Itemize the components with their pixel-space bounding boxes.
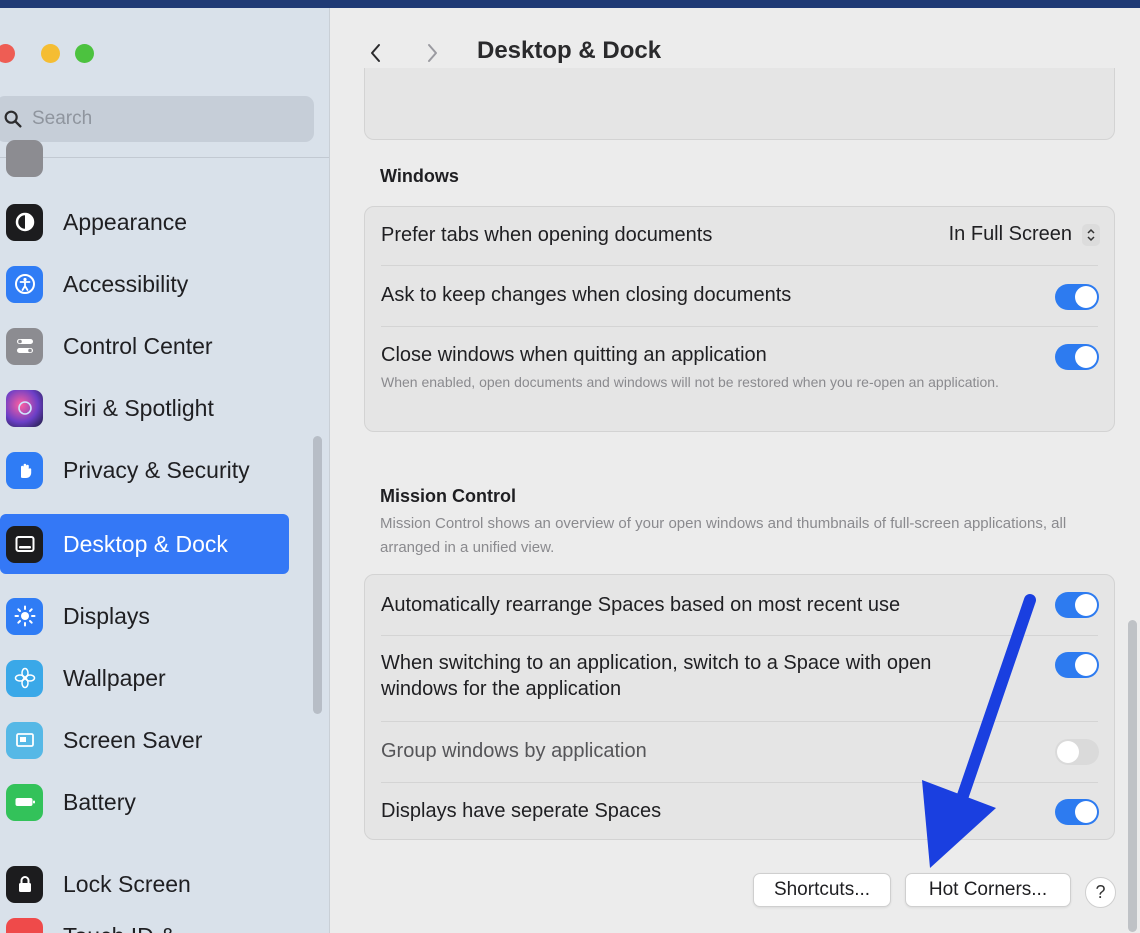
forward-button[interactable] — [417, 36, 447, 70]
hot-corners-button[interactable]: Hot Corners... — [905, 873, 1071, 907]
control-center-icon — [6, 327, 43, 365]
setting-row-group-windows: Group windows by application — [365, 722, 1114, 782]
setting-label: Prefer tabs when opening documents — [381, 224, 713, 246]
page-title: Desktop & Dock — [477, 37, 662, 64]
sun-icon — [6, 597, 43, 635]
sidebar-item-label: Appearance — [63, 208, 188, 235]
setting-label-line2: windows for the application — [381, 678, 622, 700]
general-icon — [6, 139, 43, 177]
chevron-updown-icon — [1082, 223, 1100, 246]
chevron-left-icon — [371, 44, 380, 62]
switch-space-toggle[interactable] — [1055, 652, 1099, 678]
group-windows-toggle[interactable] — [1055, 739, 1099, 765]
row-divider — [381, 265, 1098, 266]
sidebar-item-control-center[interactable]: Control Center — [0, 316, 289, 376]
dock-icon — [6, 525, 43, 563]
chevron-right-icon — [428, 44, 437, 62]
sidebar-item-privacy-security[interactable]: Privacy & Security — [0, 440, 289, 500]
sidebar-scrollbar[interactable] — [313, 436, 322, 714]
sidebar-item-label: Touch ID & — [63, 923, 176, 933]
sidebar-item-label: Lock Screen — [63, 870, 191, 897]
previous-settings-card — [364, 68, 1115, 140]
setting-label: Group windows by application — [381, 740, 647, 762]
search-icon — [4, 110, 22, 128]
siri-icon — [6, 389, 43, 427]
setting-row-switch-space: When switching to an application, switch… — [365, 636, 1114, 722]
hand-icon — [6, 451, 43, 489]
sidebar-item-label: Battery — [63, 788, 136, 815]
setting-description: When enabled, open documents and windows… — [381, 374, 999, 390]
section-title-mission-control: Mission Control — [380, 486, 516, 506]
setting-row-auto-rearrange: Automatically rearrange Spaces based on … — [365, 575, 1114, 635]
sidebar-item-touch-id[interactable]: Touch ID & — [0, 906, 289, 933]
sidebar-item-label: Wallpaper — [63, 664, 166, 691]
sidebar-item-lock-screen[interactable]: Lock Screen — [0, 854, 289, 914]
sidebar-item-label: Screen Saver — [63, 726, 203, 753]
close-window-button[interactable] — [0, 44, 15, 63]
main-scrollbar[interactable] — [1128, 620, 1137, 932]
mission-control-card: Automatically rearrange Spaces based on … — [364, 574, 1115, 840]
sidebar-item-wallpaper[interactable]: Wallpaper — [0, 648, 289, 708]
minimize-window-button[interactable] — [41, 44, 60, 63]
setting-row-ask-keep-changes: Ask to keep changes when closing documen… — [365, 267, 1114, 327]
section-title-windows: Windows — [380, 166, 459, 186]
setting-label: Automatically rearrange Spaces based on … — [381, 594, 901, 616]
sidebar-item-label: Desktop & Dock — [63, 530, 228, 557]
sidebar-item-siri-spotlight[interactable]: Siri & Spotlight — [0, 378, 289, 438]
ask-keep-changes-toggle[interactable] — [1055, 284, 1099, 310]
setting-row-close-windows: Close windows when quitting an applicati… — [365, 327, 1114, 431]
main-pane: Desktop & Dock Windows Prefer tabs when … — [331, 8, 1140, 933]
sidebar: Appearance Accessibility Control Center … — [0, 8, 330, 933]
zoom-window-button[interactable] — [75, 44, 94, 63]
sidebar-item-label: Privacy & Security — [63, 456, 250, 483]
auto-rearrange-toggle[interactable] — [1055, 592, 1099, 618]
sidebar-item-desktop-dock[interactable]: Desktop & Dock — [0, 514, 289, 574]
setting-row-prefer-tabs: Prefer tabs when opening documents In Fu… — [365, 207, 1114, 267]
prefer-tabs-popup[interactable]: In Full Screen — [949, 223, 1100, 246]
appearance-icon — [6, 203, 43, 241]
setting-label: Ask to keep changes when closing documen… — [381, 284, 792, 306]
sidebar-item-appearance[interactable]: Appearance — [0, 192, 289, 252]
fingerprint-icon — [6, 917, 43, 933]
screen-saver-icon — [6, 721, 43, 759]
back-button[interactable] — [361, 36, 391, 70]
sidebar-item-displays[interactable]: Displays — [0, 586, 289, 646]
setting-row-separate-spaces: Displays have seperate Spaces — [365, 783, 1114, 841]
lock-icon — [6, 865, 43, 903]
popup-value: In Full Screen — [948, 223, 1072, 245]
mission-control-description: Mission Control shows an overview of you… — [380, 515, 1067, 556]
search-input[interactable] — [32, 108, 282, 130]
sidebar-item-label: Displays — [63, 602, 150, 629]
close-windows-toggle[interactable] — [1055, 344, 1099, 370]
sidebar-item-accessibility[interactable]: Accessibility — [0, 254, 289, 314]
setting-label: Close windows when quitting an applicati… — [381, 344, 767, 366]
battery-icon — [6, 783, 43, 821]
windows-settings-card: Prefer tabs when opening documents In Fu… — [364, 206, 1115, 432]
help-button[interactable]: ? — [1085, 877, 1116, 908]
accessibility-icon — [6, 265, 43, 303]
sidebar-item-label: Accessibility — [63, 270, 189, 297]
shortcuts-button[interactable]: Shortcuts... — [753, 873, 891, 907]
sidebar-item-label: Control Center — [63, 332, 213, 359]
settings-window: Appearance Accessibility Control Center … — [0, 8, 1140, 933]
sidebar-item-partial-top[interactable] — [0, 128, 289, 188]
sidebar-item-screen-saver[interactable]: Screen Saver — [0, 710, 289, 770]
sidebar-item-label: Siri & Spotlight — [63, 394, 214, 421]
sidebar-item-battery[interactable]: Battery — [0, 772, 289, 832]
separate-spaces-toggle[interactable] — [1055, 799, 1099, 825]
setting-label-line1: When switching to an application, switch… — [381, 652, 932, 674]
flower-icon — [6, 659, 43, 697]
setting-label: Displays have seperate Spaces — [381, 800, 662, 822]
